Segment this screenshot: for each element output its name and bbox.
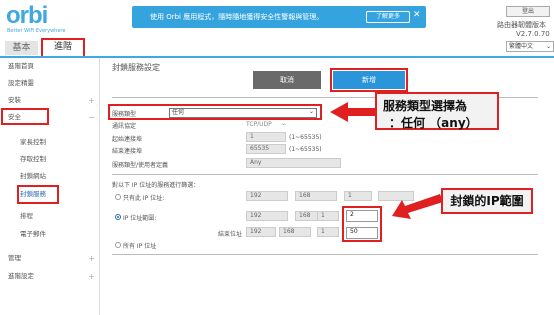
arrow-to-ip-range: [392, 194, 443, 219]
callout-service-line2: ：任何 （any）: [389, 116, 478, 130]
annotation-arrows: [330, 102, 443, 219]
arrow-to-service-type: [330, 102, 378, 122]
callout-ip-range: 封鎖的IP範圍: [441, 188, 533, 214]
callout-service-line1: 服務類型選擇為: [383, 99, 468, 113]
callout-service-type: 服務類型選擇為 ：任何 （any）: [375, 92, 499, 130]
